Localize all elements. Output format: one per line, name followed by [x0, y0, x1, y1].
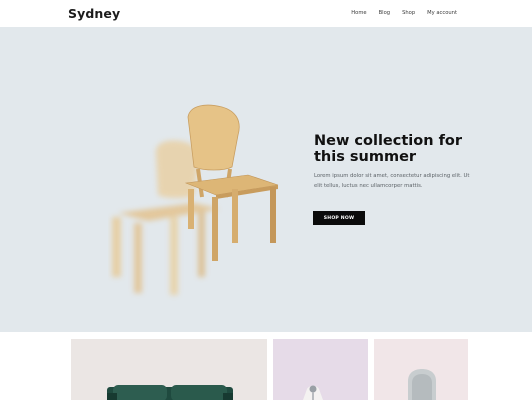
product-tile-armchair[interactable]: [374, 339, 468, 400]
hero-title: New collection for this summer: [314, 133, 462, 165]
shop-now-button[interactable]: SHOP NOW: [313, 211, 365, 225]
nav-item-home[interactable]: Home: [351, 10, 366, 16]
green-sofa-image: [107, 385, 233, 400]
nav-item-my-account[interactable]: My account: [427, 10, 457, 16]
nav-item-blog[interactable]: Blog: [379, 10, 390, 16]
armchair-image: [408, 369, 436, 400]
nav-item-shop[interactable]: Shop: [402, 10, 415, 16]
product-tile-sofa[interactable]: [71, 339, 267, 400]
product-tile-lamp[interactable]: [273, 339, 368, 400]
hero-banner: New collection for this summer Lorem ips…: [0, 27, 532, 332]
hero-description: Lorem ipsum dolor sit amet, consectetur …: [314, 173, 470, 189]
wooden-chair-image: [112, 104, 279, 295]
site-header: Sydney Home Blog Shop My account: [0, 0, 532, 27]
lamp-image: [303, 385, 323, 400]
site-logo[interactable]: Sydney: [68, 6, 120, 21]
main-nav: Home Blog Shop My account: [351, 10, 457, 16]
